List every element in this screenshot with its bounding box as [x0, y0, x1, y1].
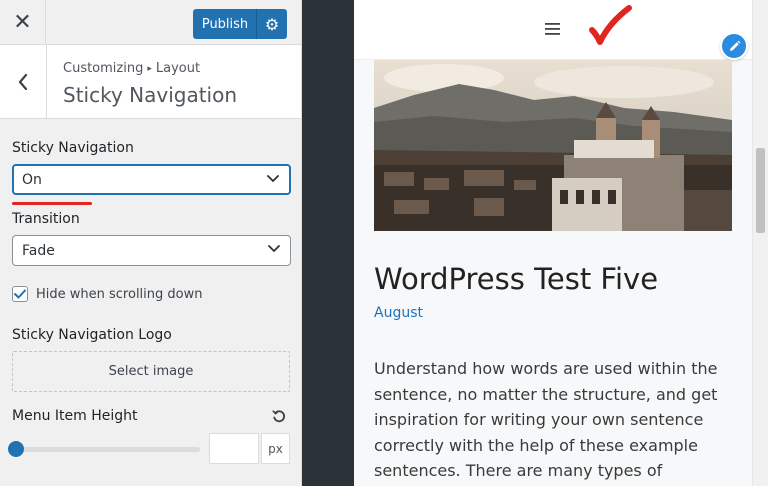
sticky-navigation-select[interactable]: On — [12, 164, 291, 195]
slider-handle[interactable] — [8, 441, 24, 457]
checkmark-icon — [14, 289, 26, 299]
customizer-panel: ✕ Publish ⚙ Customizing ▸ Layout Sticky Na… — [0, 0, 302, 486]
customizer-header: ✕ Publish ⚙ — [0, 0, 301, 45]
transition-value: Fade — [22, 242, 55, 259]
pencil-icon — [729, 40, 740, 51]
close-button[interactable]: ✕ — [0, 0, 46, 45]
post-date[interactable]: August — [374, 305, 423, 321]
edit-shortcut-button[interactable] — [720, 32, 748, 60]
section-title: Sticky Navigation — [63, 83, 238, 107]
breadcrumb-separator: ▸ — [147, 64, 152, 74]
hide-when-scrolling-row: Hide when scrolling down — [12, 286, 202, 302]
publish-label: Publish — [201, 16, 249, 32]
back-button[interactable] — [0, 45, 47, 118]
post-title[interactable]: WordPress Test Five — [374, 262, 658, 296]
annotation-underline — [12, 202, 92, 205]
hamburger-menu-icon[interactable] — [545, 23, 560, 35]
breadcrumb: Customizing ▸ Layout — [63, 61, 200, 76]
section-header: Customizing ▸ Layout Sticky Navigation — [0, 45, 301, 119]
chevron-left-icon — [18, 73, 28, 90]
post-excerpt: Understand how words are used within the… — [374, 359, 718, 480]
transition-label: Transition — [12, 211, 80, 227]
featured-image — [374, 60, 732, 231]
annotation-checkmark-icon — [589, 5, 632, 45]
chevron-down-icon — [268, 245, 280, 253]
hide-when-scrolling-checkbox[interactable] — [12, 286, 28, 302]
publish-button[interactable]: Publish ⚙ — [193, 9, 287, 39]
menu-item-height-label: Menu Item Height — [12, 408, 138, 424]
transition-select[interactable]: Fade — [12, 235, 291, 266]
scrollbar-thumb[interactable] — [756, 148, 765, 233]
sticky-navigation-logo-label: Sticky Navigation Logo — [12, 327, 172, 343]
breadcrumb-root: Customizing — [63, 61, 144, 76]
publish-settings-button[interactable]: ⚙ — [256, 9, 287, 39]
menu-item-height-input[interactable] — [209, 433, 259, 464]
close-icon: ✕ — [13, 10, 32, 35]
landscape-image — [374, 60, 732, 231]
select-image-button[interactable]: Select image — [12, 351, 290, 392]
breadcrumb-current: Layout — [155, 61, 201, 76]
reset-icon[interactable] — [272, 409, 286, 423]
site-preview: WordPress Test Five August Understand ho… — [354, 0, 768, 486]
chevron-down-icon — [267, 175, 279, 183]
site-header — [354, 0, 752, 60]
sticky-navigation-value: On — [22, 171, 42, 188]
hide-when-scrolling-label: Hide when scrolling down — [36, 286, 203, 302]
select-image-label: Select image — [108, 364, 194, 379]
preview-scrollbar[interactable] — [752, 0, 768, 486]
sticky-navigation-label: Sticky Navigation — [12, 140, 134, 156]
unit-label: px — [261, 433, 290, 464]
menu-item-height-slider[interactable] — [12, 447, 200, 452]
gear-icon: ⚙ — [264, 14, 280, 34]
